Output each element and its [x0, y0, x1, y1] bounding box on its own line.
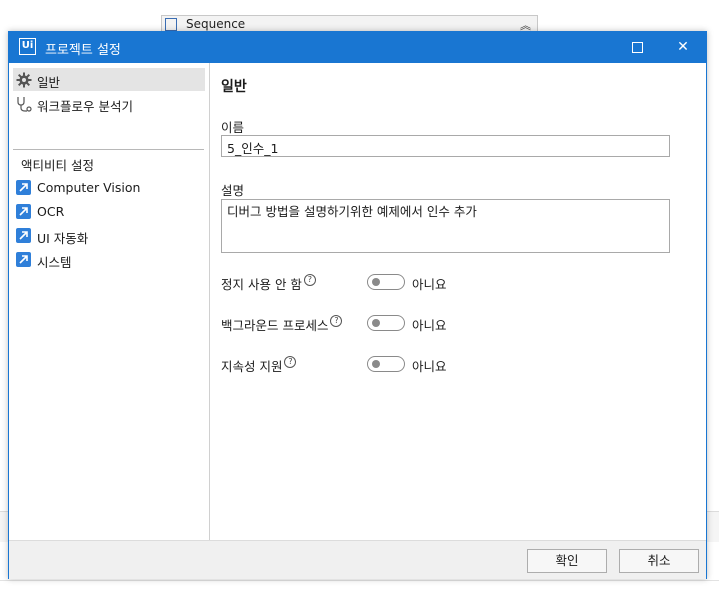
sidebar-item-label: UI 자동화: [37, 231, 89, 246]
sequence-tab-label: Sequence: [186, 17, 246, 31]
activity-package-icon: [16, 228, 31, 243]
toggle-state-text: 아니요: [412, 277, 447, 292]
sidebar-item-system[interactable]: 시스템: [13, 248, 205, 271]
cancel-button[interactable]: 취소: [619, 549, 699, 573]
name-label: 이름: [221, 120, 245, 135]
option-label-text: 정지 사용 안 함: [221, 277, 302, 292]
sidebar-item-label: 시스템: [37, 255, 72, 270]
project-settings-dialog: Ui 프로젝트 설정 ✕ 일반 워크플로우 분석기 액티비티 설정 Comput…: [8, 31, 707, 579]
name-field[interactable]: 5_인수_1: [221, 135, 670, 157]
sequence-icon: [165, 18, 177, 31]
close-button[interactable]: ✕: [660, 32, 706, 63]
sidebar-item-computer-vision[interactable]: Computer Vision: [13, 176, 205, 199]
option-label-text: 지속성 지원: [221, 359, 283, 374]
dialog-footer: 확인 취소: [9, 540, 706, 579]
workflow-analyzer-icon: [16, 96, 32, 112]
sidebar-item-ocr[interactable]: OCR: [13, 200, 205, 223]
toggle-state-text: 아니요: [412, 318, 447, 333]
maximize-button[interactable]: [614, 32, 660, 63]
close-icon: ✕: [677, 39, 689, 55]
activity-settings-heading: 액티비티 설정: [21, 158, 94, 173]
option-label: 정지 사용 안 함?: [221, 274, 316, 293]
sidebar-item-workflow-analyzer[interactable]: 워크플로우 분석기: [13, 92, 205, 115]
dialog-titlebar: Ui 프로젝트 설정 ✕: [9, 32, 706, 63]
help-icon[interactable]: ?: [284, 356, 297, 368]
persistence-support-toggle[interactable]: [367, 356, 405, 372]
background-statusbar: [0, 580, 719, 598]
gear-icon: [16, 72, 32, 88]
uipath-logo: Ui: [19, 38, 36, 55]
sidebar-item-ui-automation[interactable]: UI 자동화: [13, 224, 205, 247]
activity-package-icon: [16, 204, 31, 219]
activity-package-icon: [16, 180, 31, 195]
sidebar-item-general[interactable]: 일반: [13, 68, 205, 91]
settings-content: 일반 이름 5_인수_1 설명 디버그 방법을 설명하기위한 예제에서 인수 추…: [210, 63, 706, 540]
dialog-title: 프로젝트 설정: [45, 43, 121, 58]
toggle-knob: [372, 319, 380, 327]
help-icon[interactable]: ?: [303, 274, 316, 286]
option-label: 지속성 지원?: [221, 356, 297, 375]
sidebar-item-label: Computer Vision: [37, 180, 141, 195]
sidebar-divider: [13, 149, 204, 150]
toggle-state-text: 아니요: [412, 359, 447, 374]
description-field[interactable]: 디버그 방법을 설명하기위한 예제에서 인수 추가: [221, 199, 670, 253]
sidebar-item-label: 일반: [37, 75, 61, 90]
description-label: 설명: [221, 183, 245, 198]
toggle-knob: [372, 278, 380, 286]
page-title: 일반: [221, 79, 247, 95]
help-icon[interactable]: ?: [330, 315, 343, 327]
ok-button[interactable]: 확인: [527, 549, 607, 573]
option-label: 백그라운드 프로세스?: [221, 315, 343, 334]
toggle-knob: [372, 360, 380, 368]
disable-pause-toggle[interactable]: [367, 274, 405, 290]
settings-sidebar: 일반 워크플로우 분석기 액티비티 설정 Computer Vision OCR…: [9, 63, 210, 540]
sidebar-item-label: OCR: [37, 204, 65, 219]
sidebar-item-label: 워크플로우 분석기: [37, 99, 133, 114]
option-label-text: 백그라운드 프로세스: [221, 318, 329, 333]
maximize-icon: [631, 41, 643, 53]
background-process-toggle[interactable]: [367, 315, 405, 331]
activity-package-icon: [16, 252, 31, 267]
